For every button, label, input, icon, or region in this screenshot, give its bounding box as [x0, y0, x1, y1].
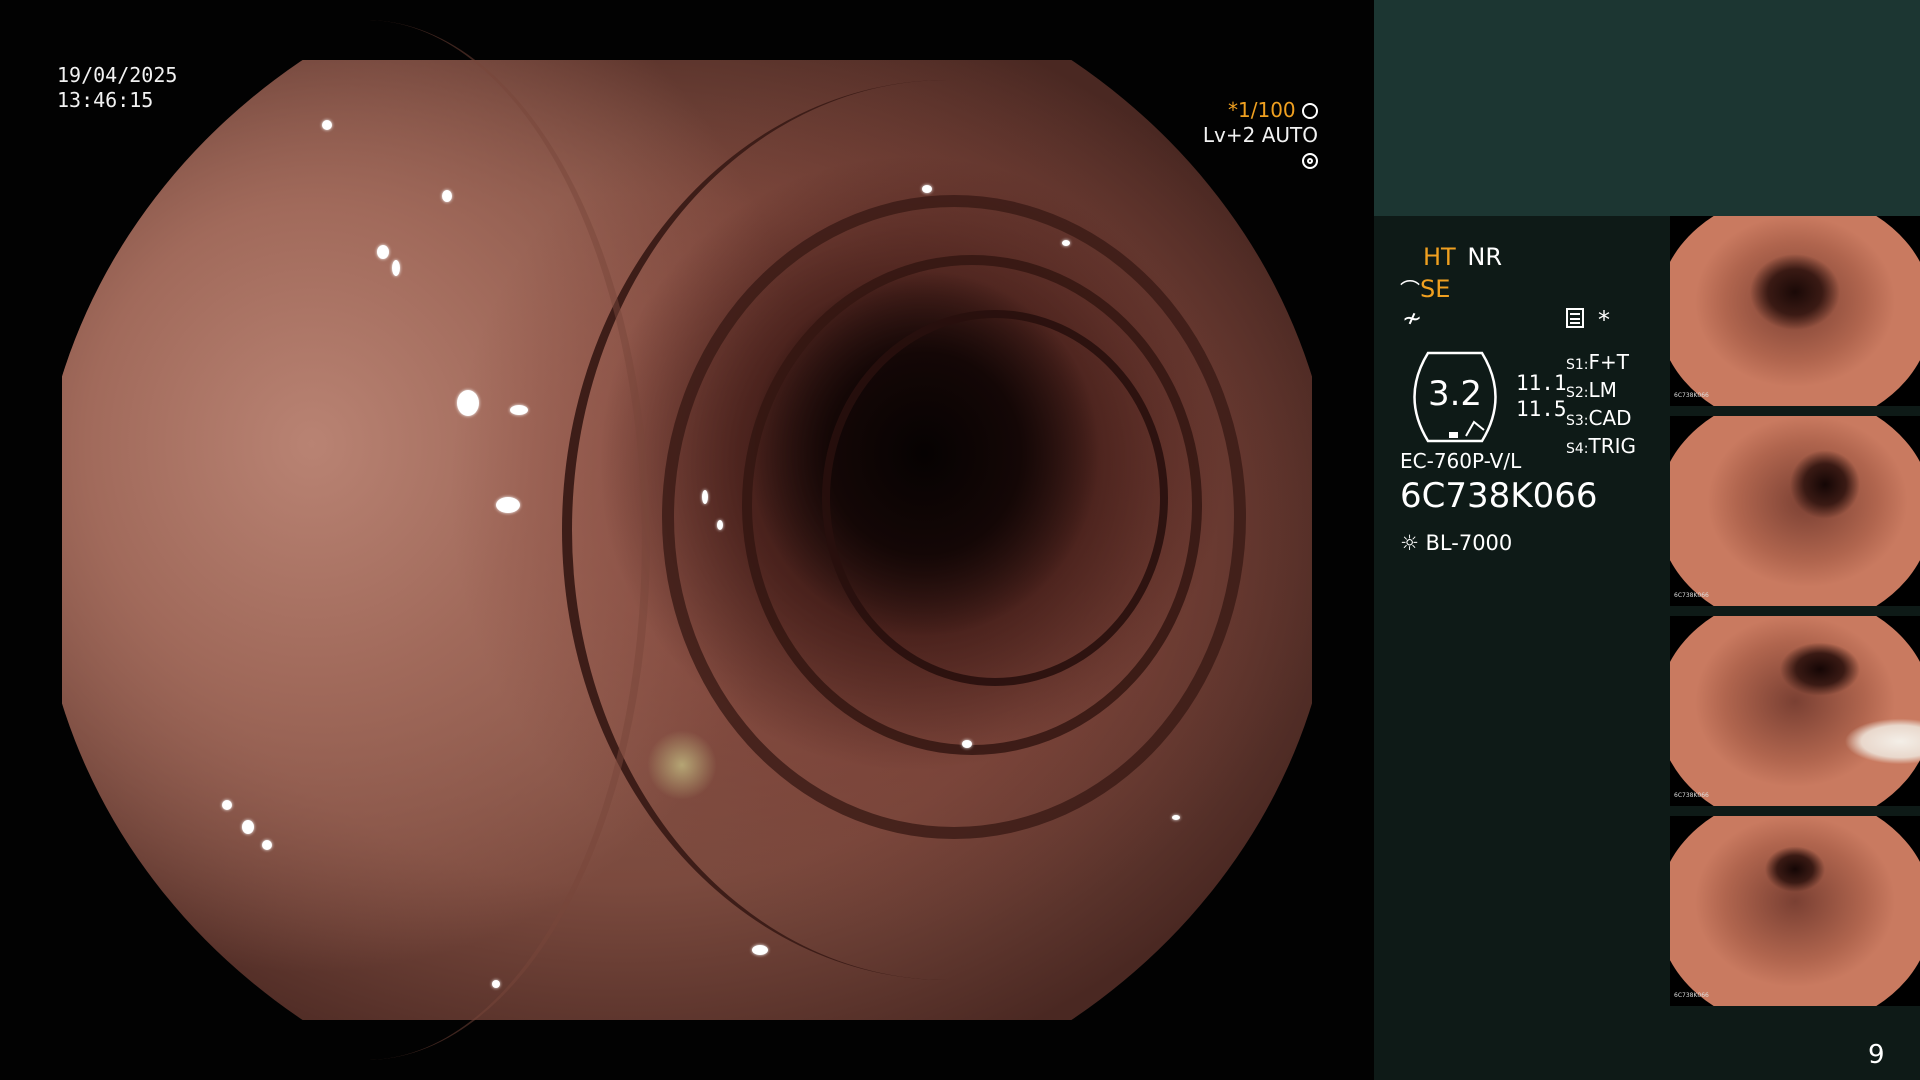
captured-thumbnail[interactable]: 6C738K066 [1670, 616, 1920, 806]
specular-highlight [392, 260, 400, 276]
ht-nr-row: HT NR [1423, 243, 1502, 271]
nr-label: NR [1467, 243, 1502, 271]
light-source-label: BL-7000 [1425, 531, 1513, 555]
light-level: Lv+2 [1202, 123, 1256, 147]
scope-value: 3.2 [1427, 374, 1483, 414]
mucus-spot [647, 730, 717, 800]
ht-label: HT [1423, 243, 1456, 271]
shutter-speed: *1/100 [1228, 98, 1296, 122]
specular-highlight [962, 740, 972, 748]
thumbnail-serial: 6C738K066 [1674, 392, 1709, 399]
light-source-row: ☼ BL-7000 [1400, 531, 1512, 555]
specular-highlight [262, 840, 272, 850]
specular-highlight [492, 980, 500, 988]
thumbnail-image [1670, 416, 1920, 606]
thumbnail-image [1670, 616, 1920, 806]
light-source-icon: ☼ [1400, 531, 1419, 555]
specular-highlight [752, 945, 768, 955]
auto-iris-icon [1302, 153, 1318, 169]
exposure-block: *1/100 Lv+2 AUTO [1188, 98, 1318, 173]
specular-highlight [457, 390, 479, 416]
specular-highlight [1172, 815, 1180, 820]
thumbnail-serial: 6C738K066 [1674, 792, 1709, 799]
captured-thumbnail[interactable]: 6C738K066 [1670, 216, 1920, 406]
panel-header-area [1374, 0, 1920, 216]
endoscope-live-view [62, 20, 1312, 1060]
page-number: 9 [1868, 1040, 1885, 1070]
specular-highlight [702, 490, 708, 504]
scope-model: EC-760P-V/L [1400, 449, 1522, 473]
specular-highlight [510, 405, 528, 415]
datetime-block: 19/04/2025 13:46:15 [57, 63, 177, 113]
specular-highlight [222, 800, 232, 810]
captured-thumbnail[interactable]: 6C738K066 [1670, 816, 1920, 1006]
thumbnail-image [1670, 216, 1920, 406]
settings-icon [1566, 308, 1584, 328]
specular-highlight [1062, 240, 1070, 246]
thumbnail-serial: 6C738K066 [1674, 592, 1709, 599]
switch-assignments: S1:F+T S2:LM S3:CAD S4:TRIG [1566, 350, 1636, 462]
switch-row: S3:CAD [1566, 406, 1632, 430]
mode-label: AUTO [1261, 123, 1318, 147]
color-mode-icon: ≁ [1402, 304, 1423, 332]
thumbnail-image [1670, 816, 1920, 1006]
thumbnail-serial: 6C738K066 [1674, 992, 1709, 999]
switch-row: S2:LM [1566, 378, 1617, 402]
scope-values: 11.1 11.5 [1516, 370, 1567, 422]
specular-highlight [496, 497, 520, 513]
asterisk-indicator: * [1598, 306, 1610, 334]
haustral-fold [82, 20, 650, 1060]
exam-date: 19/04/2025 [57, 63, 178, 87]
specular-highlight [322, 120, 332, 130]
se-label: SE [1420, 275, 1451, 303]
captured-thumbnail[interactable]: 6C738K066 [1670, 416, 1920, 606]
switch-row: S1:F+T [1566, 350, 1629, 374]
specular-highlight [242, 820, 254, 834]
value-top: 11.1 [1516, 371, 1567, 395]
value-bottom: 11.5 [1516, 397, 1567, 421]
scope-serial: 6C738K066 [1400, 476, 1598, 516]
haustral-fold [822, 310, 1168, 686]
se-row: ⌒SE [1400, 274, 1450, 303]
specular-highlight [922, 185, 932, 193]
specular-highlight [377, 245, 389, 259]
switch-row: S4:TRIG [1566, 434, 1637, 458]
aperture-icon [1302, 103, 1318, 119]
specular-highlight [442, 190, 452, 202]
specular-highlight [717, 520, 723, 530]
structure-enhance-icon: ⌒ [1400, 278, 1420, 302]
scope-badge-tick [1465, 420, 1485, 437]
exam-time: 13:46:15 [57, 88, 154, 112]
scope-badge-marker [1449, 432, 1458, 438]
